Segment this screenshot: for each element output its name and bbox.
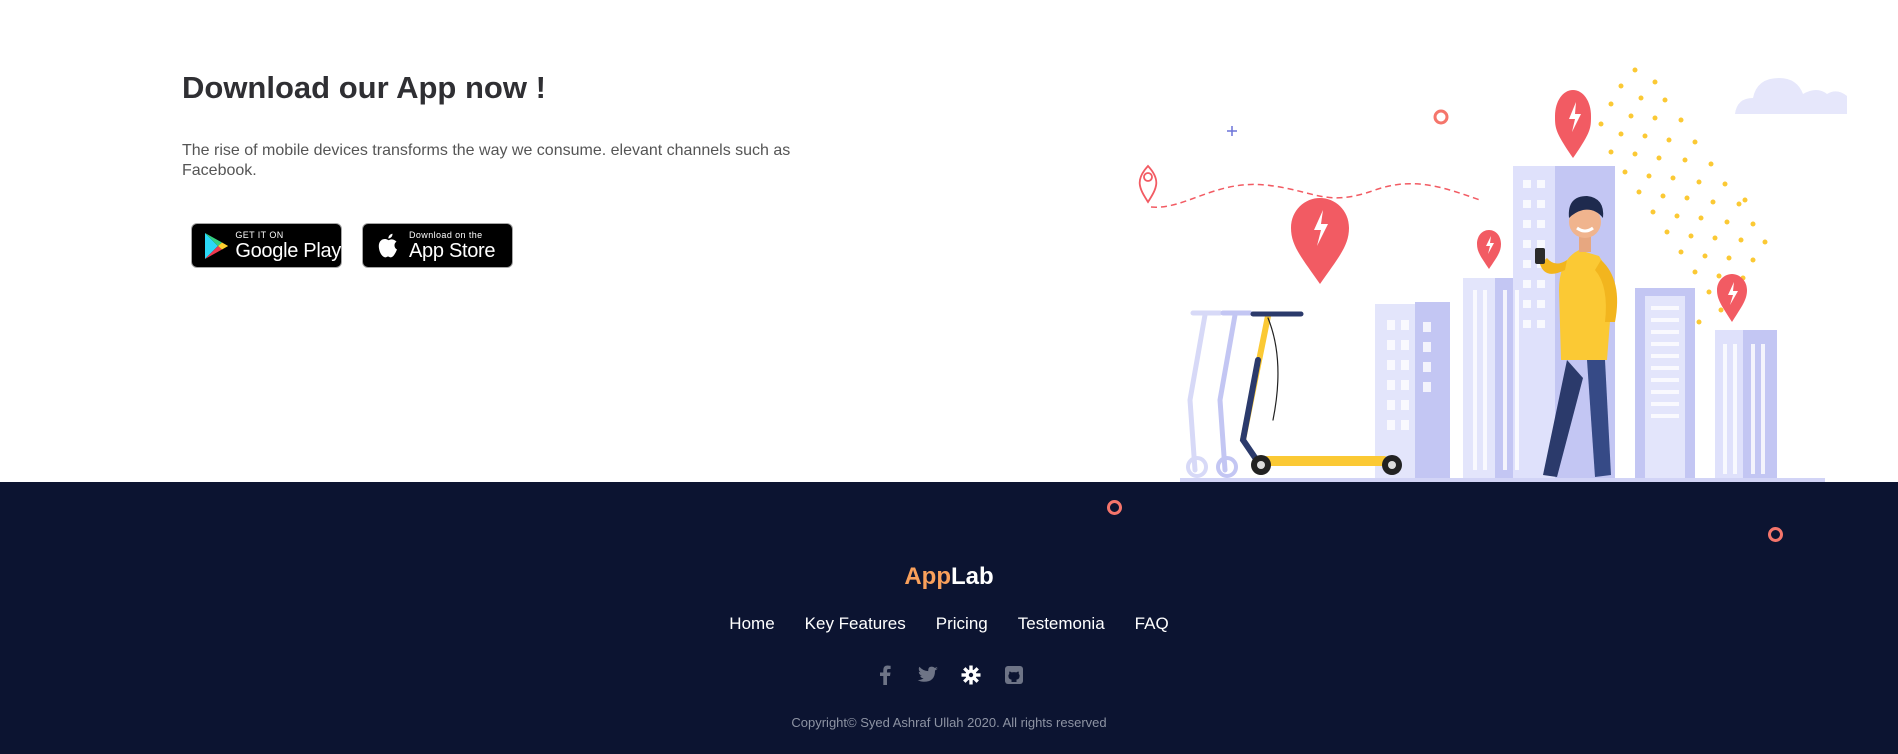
city-scooter-illustration: [1138, 67, 1847, 482]
ring-decoration: [1107, 500, 1122, 515]
footer-link-home[interactable]: Home: [729, 614, 774, 634]
ring-shape: [1433, 109, 1449, 125]
facebook-icon[interactable]: [873, 663, 897, 687]
app-store-button[interactable]: Download on the App Store: [362, 223, 513, 268]
google-play-button[interactable]: GET IT ON Google Play: [191, 223, 342, 268]
google-play-icon: [202, 231, 229, 261]
footer: AppLab Home Key Features Pricing Testemo…: [0, 482, 1898, 754]
google-play-big-text: Google Play: [235, 239, 341, 262]
app-store-small-text: Download on the: [409, 229, 483, 240]
app-store-big-text: App Store: [409, 239, 496, 262]
github-icon[interactable]: [1002, 663, 1026, 687]
social-links: [0, 663, 1898, 687]
ring-decoration: [1768, 527, 1783, 542]
footer-link-pricing[interactable]: Pricing: [936, 614, 988, 634]
download-title: Download our App now !: [182, 70, 546, 105]
download-description: The rise of mobile devices transforms th…: [182, 142, 791, 179]
footer-brand-logo[interactable]: AppLab: [0, 563, 1898, 591]
copyright-text: Copyright© Syed Ashraf Ullah 2020. All r…: [791, 715, 1107, 730]
footer-link-testemonia[interactable]: Testemonia: [1018, 614, 1105, 634]
google-play-small-text: GET IT ON: [235, 229, 284, 240]
twitter-icon[interactable]: [916, 663, 940, 687]
faded-scooters: [1186, 310, 1253, 478]
cloud-shape: [1735, 78, 1847, 114]
outline-pin: [1138, 164, 1158, 204]
footer-nav: Home Key Features Pricing Testemonia FAQ: [0, 614, 1898, 634]
download-section: Download our App now ! The rise of mobil…: [0, 0, 1898, 482]
footer-link-key-features[interactable]: Key Features: [805, 614, 906, 634]
plus-shape: [1227, 126, 1237, 136]
apple-icon: [373, 231, 403, 261]
gear-icon[interactable]: [959, 663, 983, 687]
footer-link-faq[interactable]: FAQ: [1135, 614, 1169, 634]
